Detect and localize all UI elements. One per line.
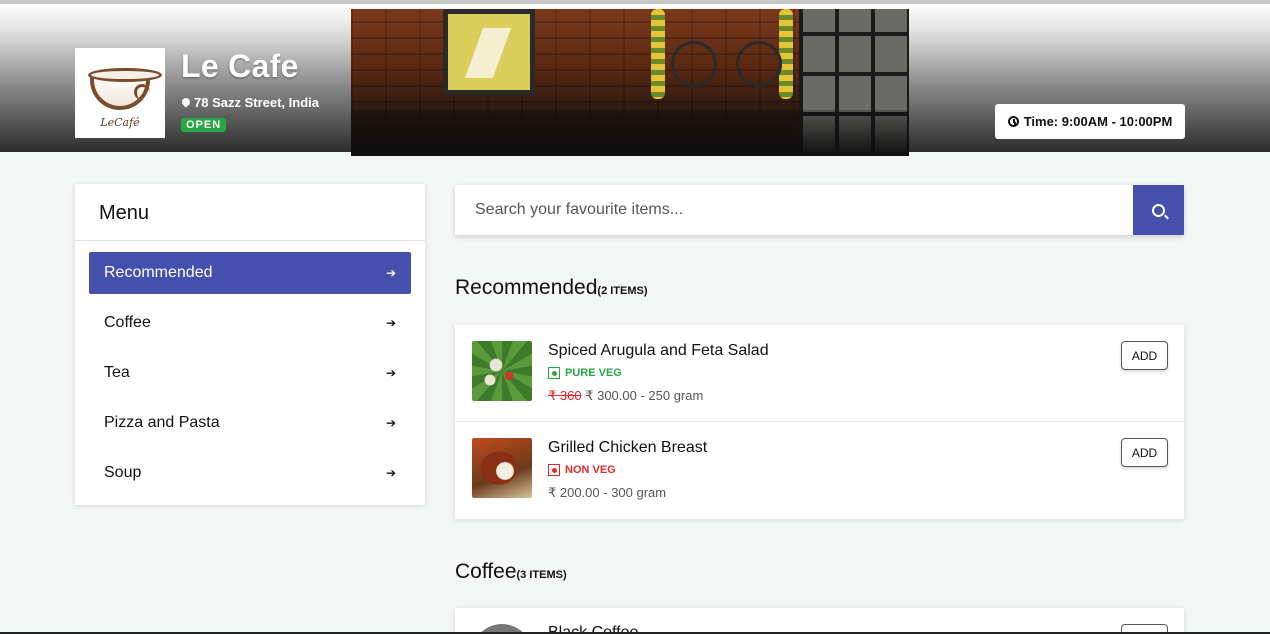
menu-item-tea[interactable]: Tea ➔ <box>89 352 411 394</box>
menu-item-pizza-and-pasta[interactable]: Pizza and Pasta ➔ <box>89 402 411 444</box>
opening-hours: Time: 9:00AM - 10:00PM <box>995 104 1185 139</box>
arrow-right-icon: ➔ <box>385 266 396 280</box>
recommended-items: Spiced Arugula and Feta Salad PURE VEG ₹… <box>455 325 1184 519</box>
arrow-right-icon: ➔ <box>385 416 396 430</box>
clock-icon <box>1007 116 1019 127</box>
section-title-coffee: Coffee(3 ITEMS) <box>455 560 567 584</box>
menu-item-label: Recommended <box>104 264 213 281</box>
menu-item-label: Soup <box>104 464 142 481</box>
menu-title: Menu <box>75 184 425 241</box>
logo-text: LeCafé <box>100 115 140 129</box>
item-price: ₹ 200.00 - 300 gram <box>548 485 666 501</box>
coffee-cup-icon <box>88 67 162 110</box>
section-item-count: (3 ITEMS) <box>516 569 567 581</box>
menu-list: Recommended ➔ Coffee ➔ Tea ➔ Pizza and P… <box>75 241 425 513</box>
search-icon <box>1152 203 1165 217</box>
nonveg-label: NON VEG <box>548 464 616 476</box>
arrow-right-icon: ➔ <box>385 366 396 380</box>
section-title-recommended: Recommended(2 ITEMS) <box>455 276 648 300</box>
veg-label: PURE VEG <box>548 367 622 379</box>
list-item: Spiced Arugula and Feta Salad PURE VEG ₹… <box>455 325 1184 422</box>
search-bar <box>455 185 1184 235</box>
restaurant-name: Le Cafe <box>181 48 299 84</box>
arrow-right-icon: ➔ <box>385 316 396 330</box>
header-banner: LeCafé Le Cafe 78 Sazz Street, India OPE… <box>0 0 1270 156</box>
menu-item-label: Coffee <box>104 314 151 331</box>
hanging-lights <box>651 9 665 99</box>
status-badge: OPEN <box>181 118 227 132</box>
bicycle-wheel <box>671 41 717 87</box>
hours-text: Time: 9:00AM - 10:00PM <box>1023 114 1173 129</box>
menu-item-label: Tea <box>104 364 130 381</box>
item-image <box>472 341 532 401</box>
search-button[interactable] <box>1133 185 1184 235</box>
menu-item-recommended[interactable]: Recommended ➔ <box>89 252 411 294</box>
address-text: 78 Sazz Street, India <box>194 95 319 110</box>
add-button[interactable]: ADD <box>1121 341 1168 370</box>
search-input[interactable] <box>455 185 1133 235</box>
restaurant-address: 78 Sazz Street, India <box>182 95 319 110</box>
item-image <box>472 438 532 498</box>
add-button[interactable]: ADD <box>1121 438 1168 467</box>
nonveg-text: NON VEG <box>565 464 616 476</box>
restaurant-logo: LeCafé <box>75 48 165 138</box>
list-item: Grilled Chicken Breast NON VEG ₹ 200.00 … <box>455 422 1184 519</box>
veg-icon <box>548 367 560 379</box>
original-price: ₹ 360 <box>548 388 582 403</box>
menu-item-soup[interactable]: Soup ➔ <box>89 452 411 494</box>
menu-item-coffee[interactable]: Coffee ➔ <box>89 302 411 344</box>
wall-poster <box>443 9 535 95</box>
current-price: ₹ 200.00 - 300 gram <box>548 485 667 500</box>
veg-text: PURE VEG <box>565 367 622 379</box>
current-price: ₹ 300.00 - 250 gram <box>585 388 704 403</box>
cover-image <box>351 9 909 156</box>
menu-item-label: Pizza and Pasta <box>104 414 220 431</box>
item-name: Spiced Arugula and Feta Salad <box>548 342 769 359</box>
hanging-lights <box>779 9 793 99</box>
bicycle-wheel <box>736 41 782 87</box>
section-title-text: Coffee <box>455 560 517 583</box>
section-item-count: (2 ITEMS) <box>597 285 648 297</box>
item-price: ₹ 360 ₹ 300.00 - 250 gram <box>548 388 703 404</box>
arrow-right-icon: ➔ <box>385 466 396 480</box>
map-pin-icon <box>182 98 190 108</box>
cafe-tables <box>351 110 909 156</box>
item-name: Grilled Chicken Breast <box>548 439 708 456</box>
menu-sidebar: Menu Recommended ➔ Coffee ➔ Tea ➔ Pizza … <box>75 184 425 505</box>
nonveg-icon <box>548 464 560 476</box>
section-title-text: Recommended <box>455 276 598 299</box>
coffee-items: Black Coffee <box>455 608 1184 634</box>
